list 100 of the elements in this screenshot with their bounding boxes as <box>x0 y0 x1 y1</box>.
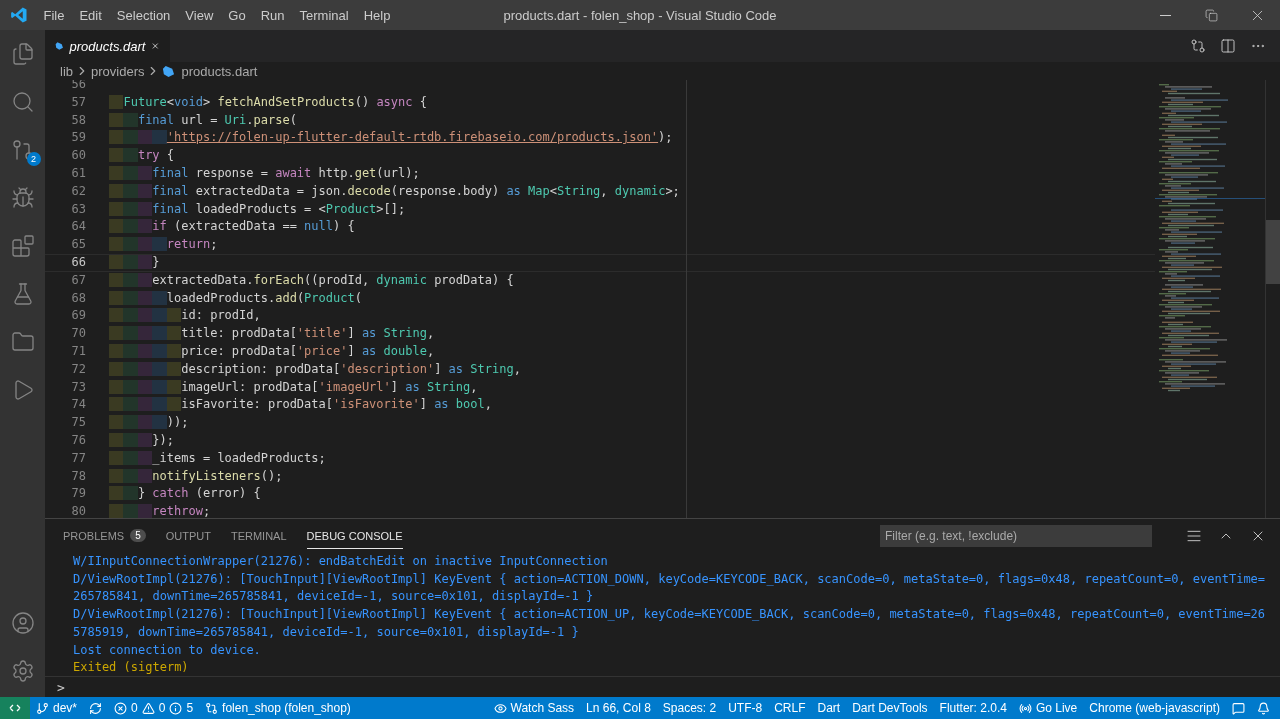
run-debug-icon[interactable] <box>10 186 35 210</box>
menu-item[interactable]: View <box>177 7 221 23</box>
scrollbar-thumb[interactable] <box>1266 220 1280 284</box>
project-icon <box>205 701 219 715</box>
line-number: 62 <box>70 182 87 200</box>
vscode-logo-icon <box>10 6 28 24</box>
eye-icon <box>493 701 507 715</box>
breadcrumb-item[interactable]: providers <box>91 63 145 79</box>
menu-item[interactable]: File <box>36 7 72 23</box>
line-number: 63 <box>70 200 87 218</box>
count-badge: 5 <box>130 529 146 542</box>
panel-tab[interactable]: PROBLEMS 5 <box>63 523 146 549</box>
console-prompt[interactable]: > <box>57 679 65 695</box>
panel-tab[interactable]: TERMINAL <box>230 523 287 549</box>
menu-item[interactable]: Terminal <box>292 7 357 23</box>
watch-sass-item[interactable]: Watch Sass <box>487 701 581 715</box>
code-line: return; <box>109 236 218 254</box>
target-device-item[interactable]: Chrome (web-javascript) <box>1083 701 1226 715</box>
warning-icon <box>141 701 155 715</box>
code-line: price: prodData['price'] as double, <box>109 342 435 361</box>
search-icon[interactable] <box>10 90 35 114</box>
indentation-item[interactable]: Spaces: 2 <box>656 701 723 715</box>
menu-item[interactable]: Run <box>253 7 292 23</box>
line-number: 68 <box>70 289 87 307</box>
remote-indicator[interactable] <box>0 697 30 719</box>
flutter-version-item[interactable]: Flutter: 2.0.4 <box>933 701 1013 715</box>
code-line: title: prodData['title'] as String, <box>109 325 435 343</box>
encoding-item[interactable]: UTF-8 <box>722 701 769 715</box>
line-number: 58 <box>70 111 87 129</box>
line-number: 59 <box>70 129 87 147</box>
line-number: 64 <box>70 218 87 236</box>
go-live-item[interactable]: Go Live <box>1012 701 1084 715</box>
notification-badge: 2 <box>26 152 41 166</box>
code-line: }); <box>109 431 175 450</box>
code-line: notifyListeners(); <box>109 467 283 486</box>
extensions-icon[interactable] <box>10 234 35 258</box>
filter-field[interactable]: Filter (e.g. text, !exclude) <box>880 525 1152 547</box>
menu-item[interactable]: Go <box>220 7 254 23</box>
language-item[interactable]: Dart <box>811 701 847 715</box>
line-number: 65 <box>70 236 87 254</box>
sync-icon <box>89 701 103 715</box>
line-number: 66 <box>70 254 87 271</box>
feedback-glyph-icon <box>1232 701 1245 715</box>
code-line: final extractedData = json.decode(response.body) as Map<String, dynamic>; <box>109 182 680 201</box>
branch-icon <box>36 701 49 715</box>
code-line: try { <box>109 147 175 165</box>
code-line: final response = await http.get(url); <box>109 165 420 183</box>
menu-item[interactable]: Selection <box>109 7 178 23</box>
line-number: 80 <box>70 503 87 518</box>
console-line: Exited (sigterm) <box>73 659 190 676</box>
code-line: id: prodId, <box>109 307 261 326</box>
console-line: D/ViewRootImpl(21276): [TouchInput][ViewRootImpl] KeyEvent { action=ACTION_DOWN, keyCode=KEYCODE_BACK, scanCode=0, metaState=0, flags=0x48, repeatCount=0, eventTime=265785841, downTime=265785841, deviceId=-1, source=0x101, displayId=-1 } <box>73 570 1266 606</box>
line-number: 71 <box>70 342 87 360</box>
code-line: 'https://folen-up-flutter-default-rtdb.firebaseio.com/products.json'); <box>109 129 673 148</box>
project-item[interactable]: folen_shop (folen_shop) <box>199 701 357 715</box>
panel-tab[interactable]: OUTPUT <box>165 523 211 549</box>
line-number: 72 <box>70 360 87 378</box>
line-number: 67 <box>70 271 87 289</box>
restore-icon <box>1204 8 1218 22</box>
error-icon <box>114 701 128 715</box>
settings-icon[interactable] <box>10 659 35 683</box>
menu-item[interactable]: Help <box>356 7 398 23</box>
code-line: Future<void> fetchAndSetProducts() async { <box>109 93 427 112</box>
line-number: 61 <box>70 165 87 182</box>
info-icon <box>169 701 183 715</box>
explorer-icon[interactable] <box>10 42 35 66</box>
cursor-position[interactable]: Ln 66, Col 8 <box>580 701 657 715</box>
minimize-icon <box>1159 14 1171 16</box>
menu-item[interactable]: Edit <box>71 7 110 23</box>
breadcrumb-item[interactable]: products.dart <box>181 63 258 79</box>
line-number: 69 <box>70 307 87 325</box>
window-title: products.dart - folen_shop - Visual Studio Code <box>503 7 777 23</box>
dart-file-icon <box>162 64 176 78</box>
code-line: rethrow; <box>109 503 211 518</box>
editor-tab[interactable]: products.dart <box>45 30 170 62</box>
folder-icon[interactable] <box>10 330 35 354</box>
line-number: 77 <box>70 449 87 467</box>
code-line: extractedData.forEach((prodId, dynamic prodData) { <box>109 271 514 290</box>
problems-item[interactable]: 0 0 5 <box>108 701 200 715</box>
split-editor-icon[interactable] <box>1220 38 1236 54</box>
bell-icon <box>1257 701 1270 715</box>
devtools-item[interactable]: Dart DevTools <box>846 701 934 715</box>
code-line: isFavorite: prodData['isFavorite'] as bool, <box>109 396 492 415</box>
account-icon[interactable] <box>10 611 35 635</box>
line-number: 74 <box>70 396 87 414</box>
line-number: 79 <box>70 485 87 503</box>
branch-item[interactable]: dev* <box>30 701 84 715</box>
word-wrap-icon[interactable] <box>1186 528 1202 544</box>
code-line: } <box>109 254 160 271</box>
line-ending-item[interactable]: CRLF <box>768 701 812 715</box>
line-number: 57 <box>70 93 87 111</box>
line-number: 70 <box>70 325 87 343</box>
compare-changes-icon[interactable] <box>1190 38 1206 54</box>
line-number: 76 <box>70 431 87 449</box>
code-line: } catch (error) { <box>109 485 261 504</box>
panel-tab[interactable]: DEBUG CONSOLE <box>306 523 403 549</box>
dart-file-icon <box>55 39 64 53</box>
line-number: 78 <box>70 467 87 485</box>
breadcrumb-item[interactable]: lib <box>60 63 73 79</box>
console-line: D/ViewRootImpl(21276): [TouchInput][ViewRootImpl] KeyEvent { action=ACTION_UP, keyCode=KEYCODE_BACK, scanCode=0, metaState=0, flags=0x48, repeatCount=0, eventTime=265785919, downTime=265785841, deviceId=-1, source=0x101, displayId=-1 } <box>73 606 1266 641</box>
